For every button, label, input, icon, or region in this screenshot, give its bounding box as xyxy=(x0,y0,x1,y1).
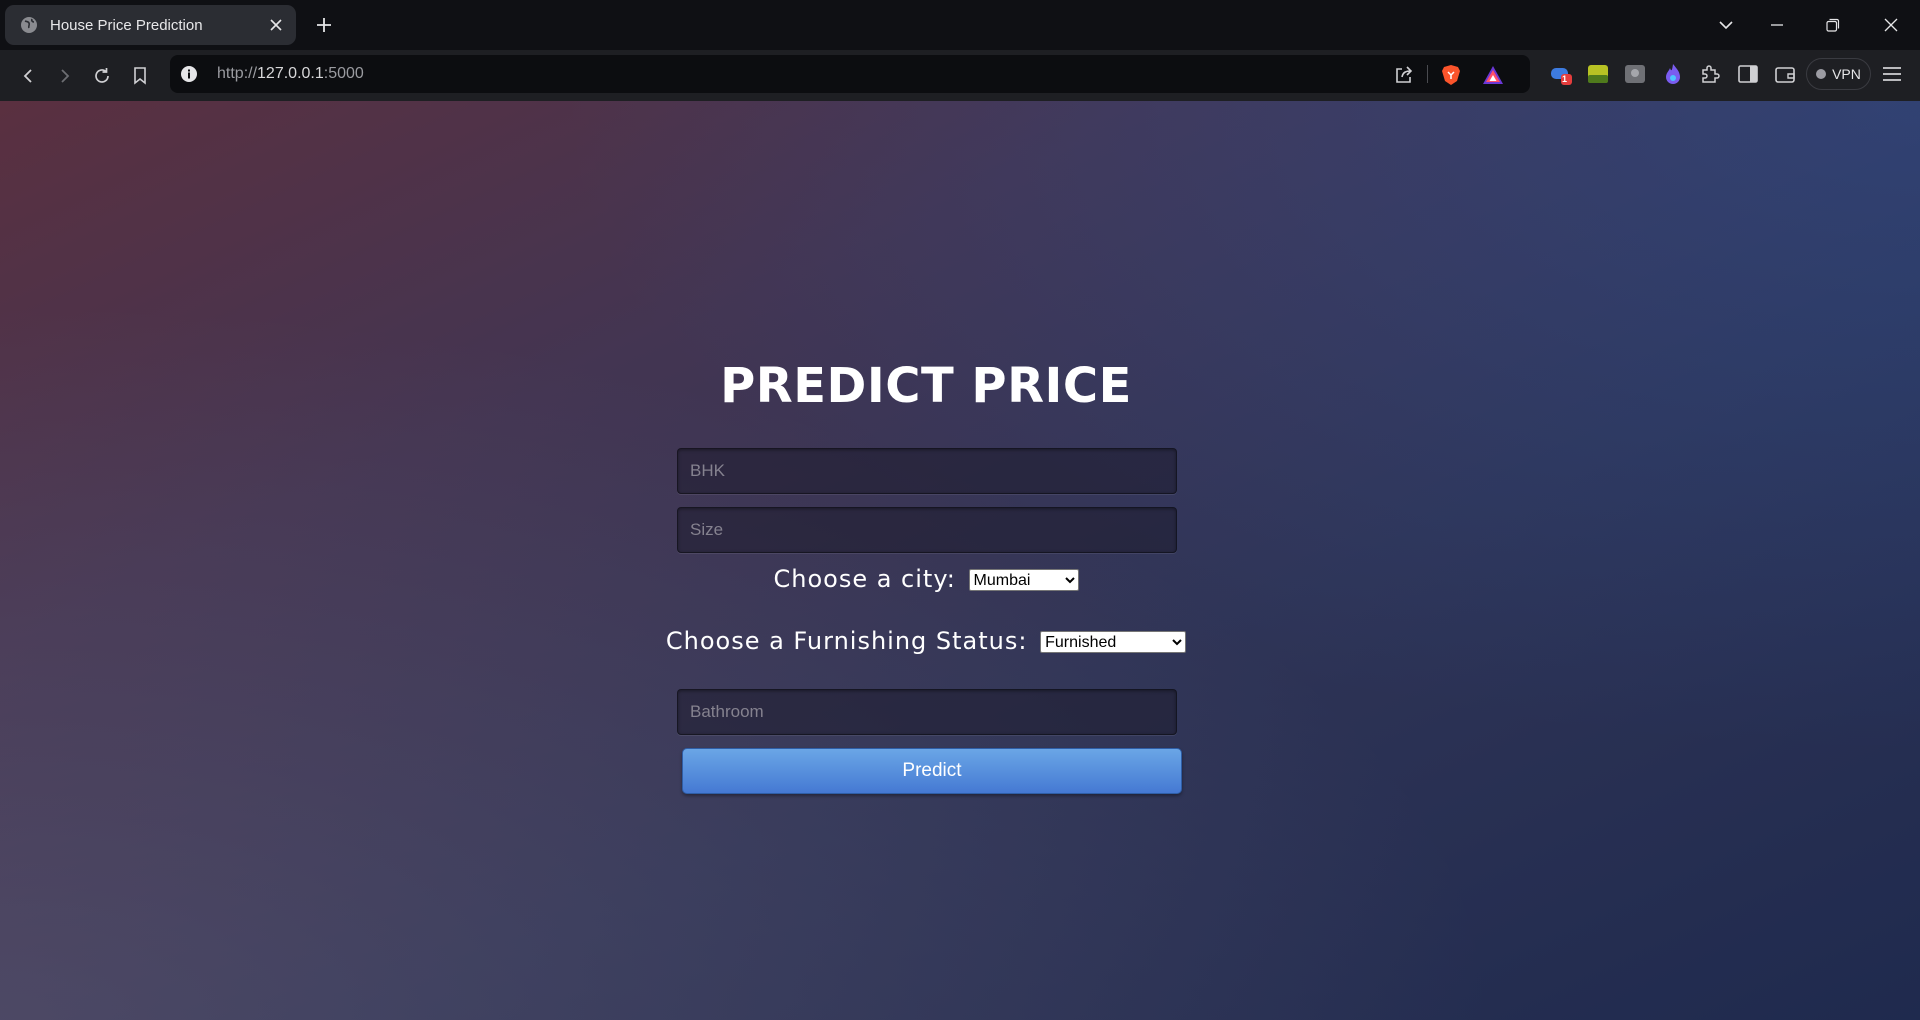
city-row: Choose a city: Mumbai xyxy=(0,565,1852,593)
wallet-icon[interactable] xyxy=(1773,62,1797,86)
page-viewport: PREDICT PRICE Choose a city: Mumbai Choo… xyxy=(0,101,1920,1020)
bookmark-icon[interactable] xyxy=(127,63,153,89)
menu-hamburger-icon[interactable] xyxy=(1880,62,1904,86)
extension-camera-icon[interactable] xyxy=(1623,62,1647,86)
bhk-input[interactable] xyxy=(677,448,1177,494)
predict-button[interactable]: Predict xyxy=(682,748,1182,794)
brave-rewards-icon[interactable] xyxy=(1482,64,1504,86)
url-divider xyxy=(1427,65,1428,83)
vpn-button[interactable]: VPN xyxy=(1806,58,1871,90)
new-tab-icon[interactable] xyxy=(313,14,335,36)
extension-sun-icon[interactable] xyxy=(1586,62,1610,86)
tab-strip: House Price Prediction xyxy=(0,0,1920,50)
page-title: PREDICT PRICE xyxy=(720,358,1132,414)
extension-gamepad-icon[interactable]: 1 xyxy=(1549,62,1573,86)
restore-icon[interactable] xyxy=(1821,13,1845,37)
vpn-status-icon xyxy=(1816,69,1827,79)
extension-badge: 1 xyxy=(1562,74,1568,84)
back-icon[interactable] xyxy=(15,63,41,89)
tab-title: House Price Prediction xyxy=(50,16,203,34)
furnishing-select[interactable]: Furnished xyxy=(1040,631,1187,653)
tab-search-chevron-icon[interactable] xyxy=(1714,13,1738,37)
close-tab-icon[interactable] xyxy=(266,15,286,35)
reload-icon[interactable] xyxy=(89,63,115,89)
vpn-label: VPN xyxy=(1832,66,1861,82)
size-input[interactable] xyxy=(677,507,1177,553)
extension-flame-icon[interactable] xyxy=(1661,62,1685,86)
bathroom-input[interactable] xyxy=(677,689,1177,735)
predict-form: PREDICT PRICE Choose a city: Mumbai Choo… xyxy=(0,101,1920,1020)
browser-tab[interactable]: House Price Prediction xyxy=(5,5,296,45)
furnishing-label: Choose a Furnishing Status: xyxy=(665,627,1028,655)
address-bar[interactable]: http://127.0.0.1:5000 xyxy=(170,55,1530,93)
extensions-puzzle-icon[interactable] xyxy=(1698,62,1722,86)
globe-icon xyxy=(20,16,38,34)
sidebar-toggle-icon[interactable] xyxy=(1736,62,1760,86)
url-port: :5000 xyxy=(323,65,364,82)
url-host: 127.0.0.1 xyxy=(257,65,324,82)
site-info-icon[interactable] xyxy=(180,65,198,83)
city-label: Choose a city: xyxy=(773,565,956,593)
brave-shields-icon[interactable] xyxy=(1440,64,1462,86)
city-select[interactable]: Mumbai xyxy=(968,569,1079,591)
forward-icon[interactable] xyxy=(52,63,78,89)
furnishing-row: Choose a Furnishing Status: Furnished xyxy=(0,627,1852,655)
share-icon[interactable] xyxy=(1393,64,1415,86)
url-scheme: http:// xyxy=(217,65,258,82)
minimize-icon[interactable] xyxy=(1765,13,1789,37)
close-window-icon[interactable] xyxy=(1879,13,1903,37)
url-text: http://127.0.0.1:5000 xyxy=(217,65,364,83)
